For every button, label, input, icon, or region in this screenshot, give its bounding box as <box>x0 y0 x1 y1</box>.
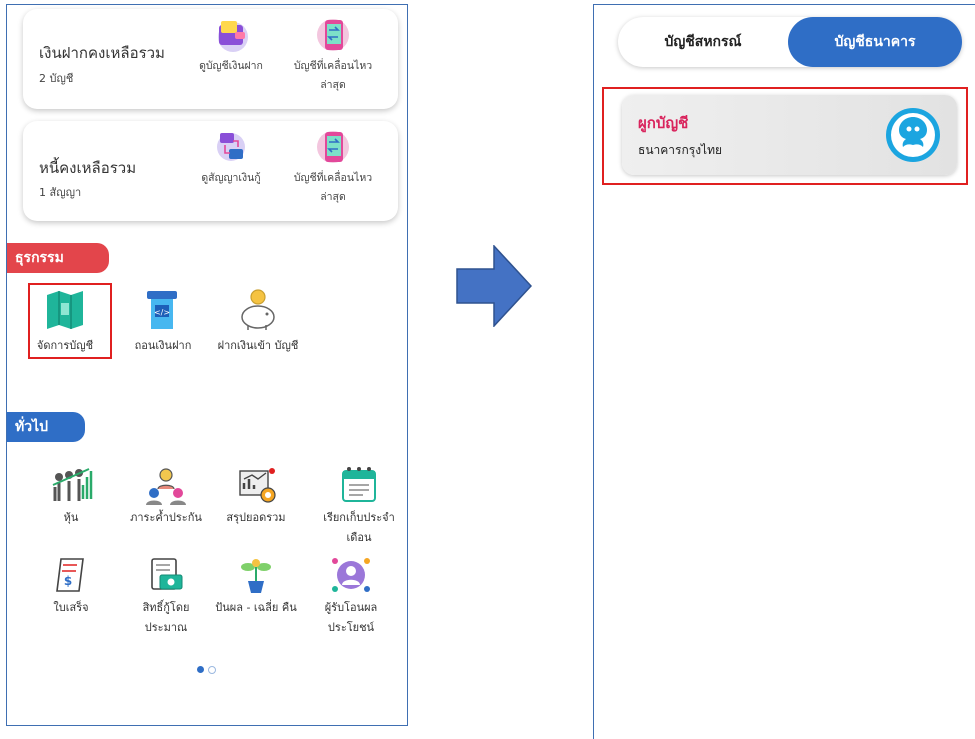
guarantee-button[interactable]: ภาระค้ำประกัน <box>122 465 210 528</box>
section-transactions-header: ธุรกรรม <box>7 243 109 273</box>
debt-count: 1 สัญญา <box>39 186 82 199</box>
receipt-label: ใบเสร็จ <box>53 601 89 614</box>
tab-bank-account[interactable]: บัญชีธนาคาร <box>788 17 962 67</box>
mobile-transfer-icon <box>317 131 349 163</box>
guarantee-label: ภาระค้ำประกัน <box>130 511 202 524</box>
link-bank-account-card[interactable]: ผูกบัญชี ธนาคารกรุงไทย <box>622 95 957 175</box>
svg-text:$: $ <box>64 574 72 588</box>
piggy-bank-icon <box>241 289 275 330</box>
wallet-icon <box>218 21 248 52</box>
summary-label: สรุปยอดรวม <box>226 511 286 524</box>
atm-icon: </> <box>147 291 177 329</box>
loan-rights-icon <box>151 558 183 590</box>
view-loan-contracts-button[interactable]: ดูสัญญาเงินกู้ <box>191 129 271 188</box>
page-indicator <box>197 659 220 678</box>
view-deposit-accounts-button[interactable]: ดูบัญชีเงินฝาก <box>191 17 271 76</box>
debt-summary-card[interactable]: หนี้คงเหลือรวม 1 สัญญา ดูสัญญาเงินกู้ บั… <box>23 121 398 221</box>
loan-rights-button[interactable]: สิทธิ์กู้โดย ประมาณ <box>122 555 210 638</box>
dividend-label: ปันผล - เฉลี่ย คืน <box>215 601 297 614</box>
view-loan-contracts-label: ดูสัญญาเงินกู้ <box>201 172 261 184</box>
krungthai-bank-logo-icon <box>886 108 940 162</box>
withdraw-label: ถอนเงินฝาก <box>134 339 192 352</box>
page-dot[interactable] <box>208 665 216 674</box>
recent-activity-label: บัญชีที่เคลื่อนไหว ล่าสุด <box>293 60 373 91</box>
mobile-transfer-icon <box>317 19 349 51</box>
view-deposit-accounts-label: ดูบัญชีเงินฝาก <box>199 60 263 72</box>
guarantor-icon <box>146 468 186 505</box>
calendar-icon <box>342 467 376 502</box>
monthly-billing-button[interactable]: เรียกเก็บประจำ เดือน <box>311 465 407 548</box>
summary-button[interactable]: สรุปยอดรวม <box>212 465 300 528</box>
savings-summary-card[interactable]: เงินฝากคงเหลือรวม 2 บัญชี ดูบัญชีเงินฝาก… <box>23 9 398 109</box>
page-dot-active[interactable] <box>197 666 204 673</box>
receipt-icon: $ <box>56 558 84 592</box>
shares-button[interactable]: หุ้น <box>27 465 115 528</box>
deposit-button[interactable]: ฝากเงินเข้า บัญชี <box>214 287 302 356</box>
dividend-button[interactable]: ปันผล - เฉลี่ย คืน <box>212 555 300 618</box>
savings-title: เงินฝากคงเหลือรวม <box>39 44 165 62</box>
beneficiary-icon <box>332 558 370 592</box>
monthly-billing-label: เรียกเก็บประจำ เดือน <box>323 511 395 544</box>
bank-name: ธนาคารกรุงไทย <box>638 143 723 157</box>
savings-count: 2 บัญชี <box>39 72 74 85</box>
right-screen: บัญชีสหกรณ์ บัญชีธนาคาร ผูกบัญชี ธนาคารก… <box>593 4 975 739</box>
recent-activity-label: บัญชีที่เคลื่อนไหว ล่าสุด <box>293 172 373 203</box>
withdraw-button[interactable]: </> ถอนเงินฝาก <box>119 287 207 356</box>
shares-label: หุ้น <box>63 511 79 524</box>
account-type-tabs: บัญชีสหกรณ์ บัญชีธนาคาร <box>618 17 962 67</box>
manage-account-highlight <box>28 283 112 359</box>
dividend-plant-icon <box>241 559 271 593</box>
tab-cooperative-account[interactable]: บัญชีสหกรณ์ <box>618 17 788 67</box>
loan-rights-label: สิทธิ์กู้โดย ประมาณ <box>142 601 190 634</box>
left-screen: เงินฝากคงเหลือรวม 2 บัญชี ดูบัญชีเงินฝาก… <box>6 4 408 726</box>
section-general-header: ทั่วไป <box>7 412 85 442</box>
loan-transfer-icon <box>217 133 245 161</box>
arrow-right-icon <box>456 245 532 327</box>
recent-activity-button[interactable]: บัญชีที่เคลื่อนไหว ล่าสุด <box>293 17 373 95</box>
beneficiary-label: ผู้รับโอนผล ประโยชน์ <box>324 601 378 634</box>
summary-chart-icon <box>239 468 276 503</box>
stock-growth-icon <box>52 468 93 501</box>
deposit-label: ฝากเงินเข้า บัญชี <box>217 339 299 352</box>
link-account-label: ผูกบัญชี <box>638 114 689 132</box>
svg-text:</>: </> <box>154 308 170 317</box>
beneficiary-button[interactable]: ผู้รับโอนผล ประโยชน์ <box>303 555 399 638</box>
recent-activity-button[interactable]: บัญชีที่เคลื่อนไหว ล่าสุด <box>293 129 373 207</box>
debt-title: หนี้คงเหลือรวม <box>39 159 137 177</box>
receipt-button[interactable]: $ ใบเสร็จ <box>27 555 115 618</box>
